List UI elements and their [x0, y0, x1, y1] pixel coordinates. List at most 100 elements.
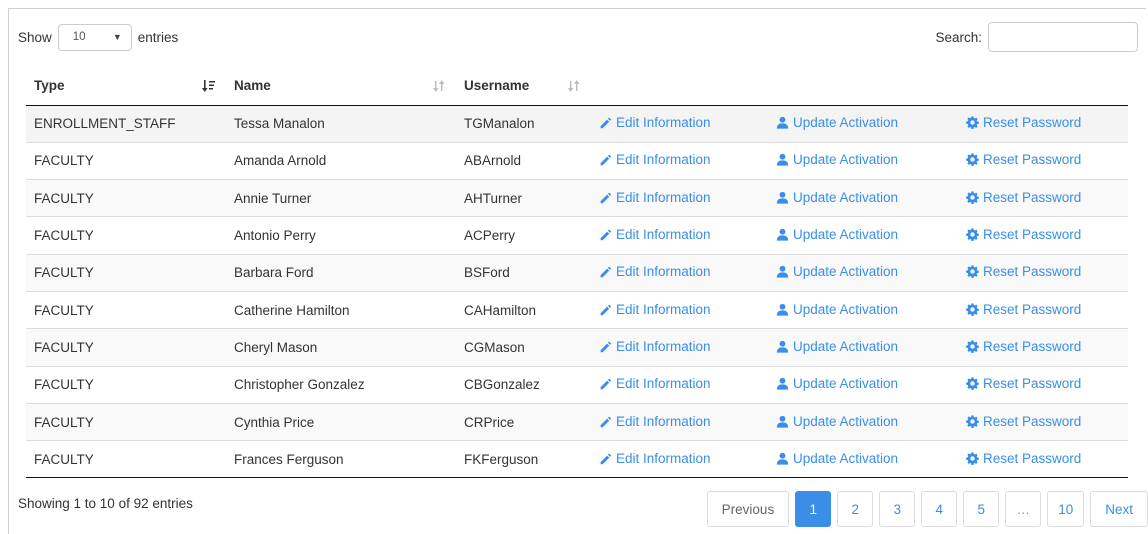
page-button[interactable]: 3 — [879, 491, 916, 527]
pencil-icon — [599, 340, 612, 353]
edit-information-label: Edit Information — [616, 338, 711, 354]
edit-information-label: Edit Information — [616, 189, 711, 205]
reset-password-label: Reset Password — [983, 115, 1082, 131]
reset-password-label: Reset Password — [983, 376, 1082, 392]
update-activation-link[interactable]: Update Activation — [776, 115, 898, 130]
reset-password-link[interactable]: Reset Password — [966, 302, 1081, 317]
page-button[interactable]: 4 — [921, 491, 958, 527]
cell-type: FACULTY — [26, 216, 226, 255]
edit-information-link[interactable]: Edit Information — [599, 302, 711, 317]
update-activation-link[interactable]: Update Activation — [776, 264, 898, 279]
pencil-icon — [599, 153, 612, 166]
update-activation-link[interactable]: Update Activation — [776, 339, 898, 354]
edit-information-link[interactable]: Edit Information — [599, 339, 711, 354]
pencil-icon — [599, 377, 612, 390]
edit-information-label: Edit Information — [616, 227, 711, 243]
reset-password-link[interactable]: Reset Password — [966, 414, 1081, 429]
cell-type: ENROLLMENT_STAFF — [26, 105, 226, 143]
update-activation-label: Update Activation — [793, 450, 899, 466]
edit-information-link[interactable]: Edit Information — [599, 152, 711, 167]
column-header-activation — [768, 67, 958, 106]
cell-type: FACULTY — [26, 402, 226, 441]
table-header-row: Type Name Username — [26, 67, 1128, 106]
reset-password-link[interactable]: Reset Password — [966, 376, 1081, 391]
reset-password-link[interactable]: Reset Password — [966, 115, 1081, 130]
table-info: Showing 1 to 10 of 92 entries — [18, 496, 193, 511]
search-input[interactable] — [988, 22, 1138, 52]
cell-type: FACULTY — [26, 141, 226, 180]
cell-edit: Edit Information — [591, 105, 768, 143]
reset-password-link[interactable]: Reset Password — [966, 451, 1081, 466]
edit-information-link[interactable]: Edit Information — [599, 115, 711, 130]
user-icon — [776, 452, 789, 465]
table-row: FACULTY Frances Ferguson FKFerguson Edit In… — [26, 440, 1128, 479]
table-row: FACULTY Cynthia Price CRPrice Edit Informat… — [26, 402, 1128, 441]
update-activation-link[interactable]: Update Activation — [776, 152, 898, 167]
users-table: Type Name Username ENROLLMENT_STAFF Tess… — [26, 67, 1128, 479]
edit-information-label: Edit Information — [616, 152, 711, 168]
update-activation-label: Update Activation — [793, 264, 899, 280]
cell-username: CGMason — [456, 328, 591, 367]
edit-information-link[interactable]: Edit Information — [599, 264, 711, 279]
edit-information-link[interactable]: Edit Information — [599, 227, 711, 242]
reset-password-link[interactable]: Reset Password — [966, 264, 1081, 279]
sort-ascending-icon — [202, 80, 215, 92]
gear-icon — [966, 265, 979, 279]
next-page-button[interactable]: Next — [1090, 491, 1148, 527]
cell-activation: Update Activation — [768, 216, 958, 255]
column-header-type[interactable]: Type — [26, 67, 226, 106]
table-body: ENROLLMENT_STAFF Tessa Manalon TGManalon Ed… — [26, 105, 1128, 479]
cell-activation: Update Activation — [768, 402, 958, 441]
page-button[interactable]: 2 — [837, 491, 874, 527]
cell-username: CBGonzalez — [456, 365, 591, 404]
column-header-reset — [958, 67, 1128, 106]
reset-password-link[interactable]: Reset Password — [966, 227, 1081, 242]
update-activation-link[interactable]: Update Activation — [776, 414, 898, 429]
reset-password-label: Reset Password — [983, 450, 1082, 466]
cell-activation: Update Activation — [768, 105, 958, 143]
column-header-label: Type — [34, 78, 65, 94]
page-button[interactable]: 5 — [963, 491, 1000, 527]
cell-activation: Update Activation — [768, 365, 958, 404]
edit-information-link[interactable]: Edit Information — [599, 190, 711, 205]
user-icon — [776, 191, 789, 204]
show-label: Show — [18, 29, 52, 45]
reset-password-label: Reset Password — [983, 413, 1082, 429]
pencil-icon — [599, 265, 612, 278]
table-controls: Show 10 ▼ entries Search: — [18, 22, 1138, 52]
user-icon — [776, 228, 789, 241]
entries-select[interactable]: 10 ▼ — [57, 23, 132, 51]
cell-username: ACPerry — [456, 216, 591, 255]
edit-information-link[interactable]: Edit Information — [599, 376, 711, 391]
edit-information-link[interactable]: Edit Information — [599, 414, 711, 429]
gear-icon — [966, 116, 979, 130]
reset-password-label: Reset Password — [983, 301, 1082, 317]
cell-activation: Update Activation — [768, 290, 958, 329]
gear-icon — [966, 414, 979, 428]
cell-edit: Edit Information — [591, 216, 768, 255]
edit-information-label: Edit Information — [616, 413, 711, 429]
reset-password-link[interactable]: Reset Password — [966, 152, 1081, 167]
update-activation-link[interactable]: Update Activation — [776, 451, 898, 466]
edit-information-label: Edit Information — [616, 115, 711, 131]
update-activation-link[interactable]: Update Activation — [776, 190, 898, 205]
cell-username: AHTurner — [456, 179, 591, 217]
update-activation-link[interactable]: Update Activation — [776, 376, 898, 391]
update-activation-link[interactable]: Update Activation — [776, 227, 898, 242]
cell-reset: Reset Password — [958, 179, 1128, 217]
column-header-name[interactable]: Name — [226, 67, 456, 106]
update-activation-label: Update Activation — [793, 376, 899, 392]
cell-name: Frances Ferguson — [226, 440, 456, 479]
reset-password-link[interactable]: Reset Password — [966, 339, 1081, 354]
cell-edit: Edit Information — [591, 290, 768, 329]
previous-page-button[interactable]: Previous — [706, 491, 790, 527]
reset-password-link[interactable]: Reset Password — [966, 190, 1081, 205]
column-header-username[interactable]: Username — [456, 67, 591, 106]
page-button[interactable]: 1 — [795, 491, 832, 527]
cell-username: FKFerguson — [456, 440, 591, 479]
page-button[interactable]: 10 — [1047, 491, 1085, 527]
gear-icon — [966, 153, 979, 167]
cell-username: CRPrice — [456, 402, 591, 441]
update-activation-link[interactable]: Update Activation — [776, 302, 898, 317]
edit-information-link[interactable]: Edit Information — [599, 451, 711, 466]
